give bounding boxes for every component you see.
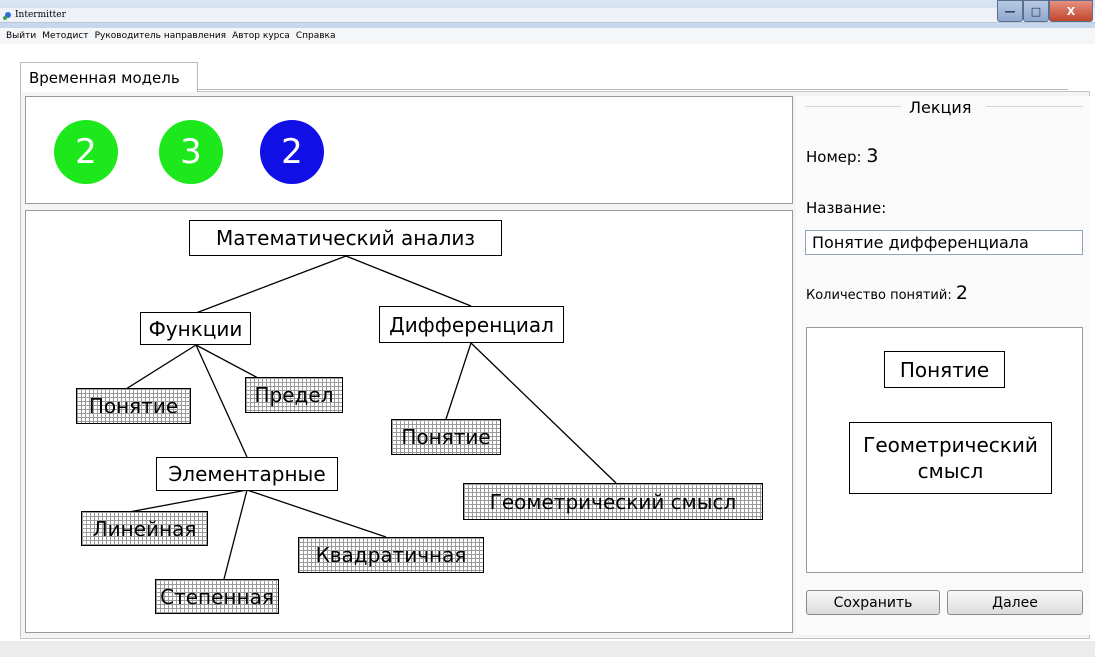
menu-item-program-head[interactable]: Руководитель направления <box>95 28 227 44</box>
concept-count: Количество понятий: 2 <box>806 282 968 304</box>
group-divider <box>986 106 1083 107</box>
lecture-circle[interactable]: 2 <box>54 120 118 184</box>
tree-node-limit[interactable]: Предел <box>245 377 343 413</box>
minimize-button[interactable]: — <box>997 0 1023 22</box>
tab-strip-line <box>198 89 1068 90</box>
group-divider <box>805 106 901 107</box>
title-strip <box>0 8 1095 23</box>
lecture-number-value: 3 <box>866 145 879 167</box>
app-icon <box>3 12 11 20</box>
lecture-number: Номер: 3 <box>806 145 878 167</box>
lecture-concepts-panel: Понятие Геометрический смысл <box>806 327 1083 573</box>
maximize-button[interactable]: □ <box>1023 0 1049 22</box>
tree-node-quadratic[interactable]: Квадратичная <box>298 537 484 573</box>
tree-node-differential[interactable]: Дифференциал <box>379 306 564 343</box>
tree-node-linear[interactable]: Линейная <box>81 511 208 546</box>
tab-time-model[interactable]: Временная модель <box>20 62 198 92</box>
window-title: Intermitter <box>15 10 66 20</box>
status-bar <box>0 641 1095 657</box>
lecture-concept-item[interactable]: Геометрический смысл <box>849 422 1052 494</box>
concept-count-label: Количество понятий: <box>806 288 952 303</box>
close-button[interactable]: X <box>1049 0 1093 22</box>
tree-node-function-concept[interactable]: Понятие <box>76 388 191 424</box>
lecture-name-label: Название: <box>806 199 887 217</box>
tree-node-functions[interactable]: Функции <box>140 312 251 345</box>
lecture-concept-line: смысл <box>917 459 984 483</box>
concept-tree-panel: Математический анализ Функции Дифференци… <box>25 210 793 633</box>
next-button[interactable]: Далее <box>947 590 1083 615</box>
menu-bar: Выйти Методист Руководитель направления … <box>0 28 1095 44</box>
menu-item-help[interactable]: Справка <box>296 28 336 44</box>
tree-node-geometric-meaning[interactable]: Геометрический смысл <box>463 483 763 520</box>
lecture-name-field[interactable]: Понятие дифференциала <box>805 230 1083 255</box>
tree-node-elementary[interactable]: Элементарные <box>156 457 338 491</box>
lecture-concept-line: Геометрический <box>863 433 1038 457</box>
menu-item-exit[interactable]: Выйти <box>6 28 36 44</box>
tree-node-differential-concept[interactable]: Понятие <box>391 419 501 455</box>
lecture-circle[interactable]: 3 <box>159 120 223 184</box>
lecture-group-title: Лекция <box>905 98 976 117</box>
menu-item-methodist[interactable]: Методист <box>42 28 88 44</box>
lecture-sequence-panel: 2 3 2 <box>25 96 793 204</box>
save-button[interactable]: Сохранить <box>806 590 940 615</box>
lecture-circle-selected[interactable]: 2 <box>260 120 324 184</box>
menu-item-course-author[interactable]: Автор курса <box>232 28 290 44</box>
tree-node-power[interactable]: Степенная <box>155 579 279 614</box>
tree-node-root[interactable]: Математический анализ <box>189 220 502 256</box>
lecture-number-label: Номер: <box>806 148 862 166</box>
concept-count-value: 2 <box>955 282 968 304</box>
title-bar: Intermitter — □ X <box>0 0 1095 28</box>
lecture-concept-item[interactable]: Понятие <box>884 351 1005 388</box>
window-controls: — □ X <box>997 0 1093 24</box>
